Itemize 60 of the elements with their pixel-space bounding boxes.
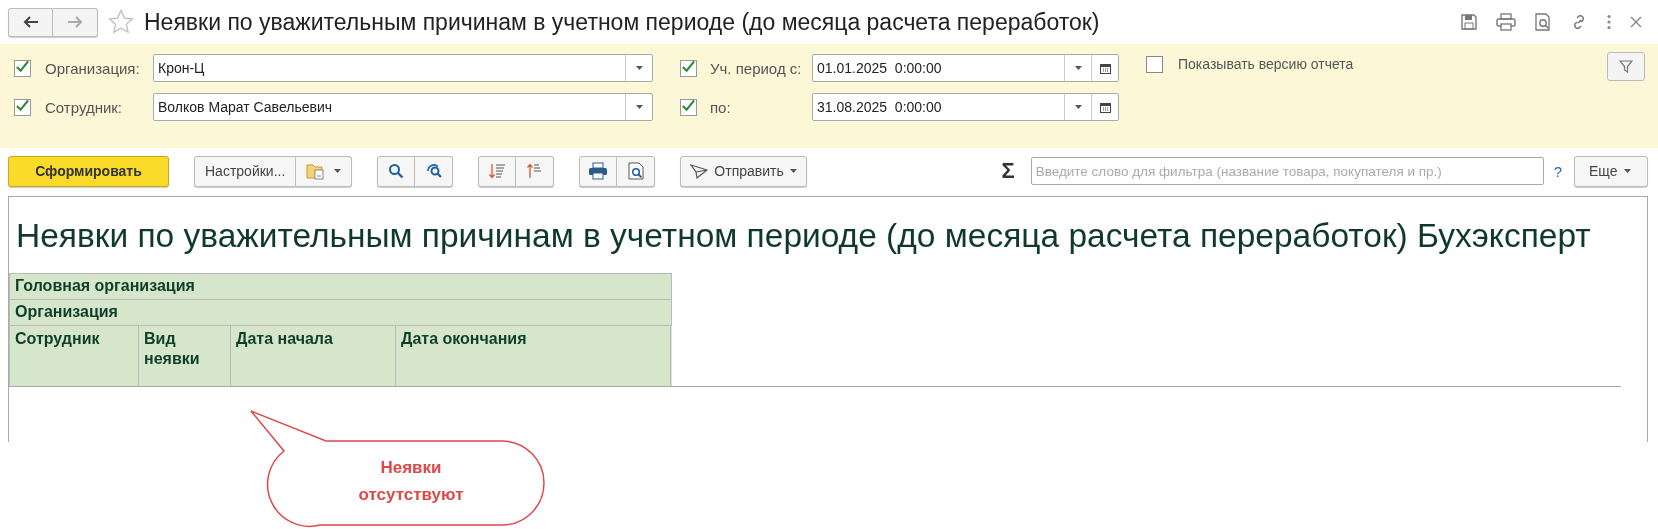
- field-label: по:: [710, 98, 732, 116]
- date-field[interactable]: 01.01.2025 0:00:00: [812, 54, 1119, 82]
- caret-icon: [334, 169, 342, 173]
- help-link[interactable]: ?: [1553, 162, 1562, 180]
- caret-icon: [1623, 169, 1631, 173]
- caret-icon: [635, 105, 643, 109]
- field-label: Сотрудник:: [45, 98, 124, 116]
- print-icon[interactable]: [1496, 13, 1516, 31]
- search-next-button[interactable]: [415, 155, 454, 187]
- print-preview-button[interactable]: [617, 155, 656, 187]
- more-icon[interactable]: [1606, 14, 1612, 30]
- checkbox[interactable]: [14, 98, 31, 116]
- printer-icon: [588, 162, 609, 180]
- more-button[interactable]: Еще: [1574, 155, 1648, 187]
- select-field[interactable]: Волков Марат Савельевич: [153, 93, 653, 121]
- calendar-icon[interactable]: [1099, 101, 1111, 113]
- table-header-cell: Организация: [10, 300, 672, 326]
- date-field[interactable]: 31.08.2025 0:00:00: [812, 93, 1119, 121]
- close-icon[interactable]: [1630, 16, 1642, 28]
- caret-icon: [1074, 66, 1082, 70]
- sort-descending-button[interactable]: [478, 155, 517, 187]
- field-label: Организация:: [45, 59, 141, 77]
- sum-button[interactable]: Σ: [1001, 158, 1015, 184]
- checkbox[interactable]: [14, 59, 31, 77]
- preview-icon[interactable]: [1534, 13, 1552, 31]
- arrow-left-icon: [22, 16, 39, 28]
- sort-descending-icon: [488, 162, 507, 180]
- back-button[interactable]: [8, 7, 53, 37]
- star-icon[interactable]: [108, 9, 134, 35]
- checkbox[interactable]: [1146, 55, 1163, 73]
- select-field[interactable]: Крон-Ц: [153, 54, 653, 82]
- window-title: Неявки по уважительным причинам в учетном периоде (до месяца расчета переработок): [144, 8, 1101, 36]
- funnel-icon: [1619, 60, 1633, 73]
- report-title: Неявки по уважительным причинам в учетном периоде (до месяца расчета переработок) Бухэксперт: [15, 216, 1592, 256]
- preview-icon: [627, 162, 644, 180]
- checkbox[interactable]: [680, 59, 697, 77]
- paper-plane-icon: [690, 163, 709, 179]
- sort-ascending-button[interactable]: [516, 155, 555, 187]
- generate-button[interactable]: Сформировать: [8, 155, 169, 187]
- sort-ascending-icon: [525, 162, 544, 180]
- save-icon[interactable]: [1460, 13, 1478, 31]
- table-header-cell: Головная организация: [10, 274, 672, 300]
- variant-button[interactable]: [296, 155, 353, 187]
- field-label: Уч. период с:: [710, 59, 803, 77]
- search-repeat-icon: [424, 163, 443, 179]
- arrow-right-icon: [67, 16, 83, 28]
- caret-icon: [789, 169, 797, 173]
- settings-button[interactable]: Настройки...: [194, 155, 297, 187]
- calendar-icon[interactable]: [1099, 62, 1111, 74]
- caret-icon: [635, 66, 643, 70]
- print-button[interactable]: [579, 155, 618, 187]
- caret-icon: [1074, 105, 1082, 109]
- send-button[interactable]: Отправить: [680, 155, 807, 187]
- search-field[interactable]: Введите слово для фильтра (название товара, покупателя и пр.): [1030, 157, 1544, 185]
- filter-button[interactable]: [1607, 52, 1645, 81]
- search-icon: [388, 163, 405, 179]
- checkbox-label: Показывать версию отчета: [1178, 56, 1354, 72]
- search-button[interactable]: [377, 155, 416, 187]
- callout-text: Неявки отсутствуют: [357, 457, 465, 506]
- checkbox[interactable]: [680, 98, 697, 116]
